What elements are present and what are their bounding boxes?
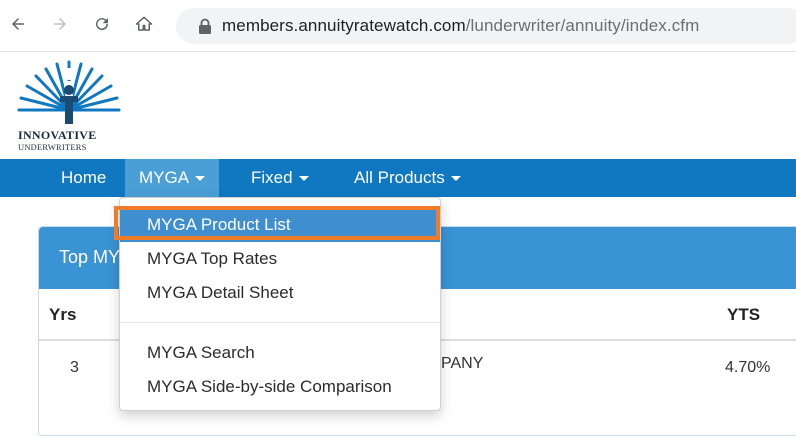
browser-toolbar: members.annuityratewatch.com/lunderwrite… bbox=[0, 0, 796, 52]
nav-myga[interactable]: MYGA bbox=[125, 159, 220, 197]
reload-icon[interactable] bbox=[90, 12, 114, 36]
row1-yrs: 3 bbox=[70, 359, 79, 376]
nav-fixed[interactable]: Fixed bbox=[237, 159, 323, 197]
back-arrow-icon[interactable] bbox=[6, 12, 30, 36]
url-text: members.annuityratewatch.com/lunderwrite… bbox=[222, 16, 700, 35]
nav-home[interactable]: Home bbox=[47, 159, 120, 197]
forward-arrow-icon[interactable] bbox=[48, 12, 72, 36]
home-icon[interactable] bbox=[132, 12, 156, 36]
row1-yts: 4.70% bbox=[725, 359, 771, 376]
panel-title: Top MY bbox=[59, 247, 121, 267]
nav-all-products[interactable]: All Products bbox=[340, 159, 475, 197]
row1-company[interactable]: PANY bbox=[441, 355, 483, 373]
menu-item-myga-detail-sheet[interactable]: MYGA Detail Sheet bbox=[120, 276, 440, 310]
logo-text-underwriters: UNDERWRITERS bbox=[18, 142, 87, 152]
column-header-yrs[interactable]: Yrs bbox=[49, 305, 76, 325]
caret-down-icon bbox=[450, 176, 461, 182]
menu-divider bbox=[120, 322, 440, 323]
lock-icon bbox=[199, 18, 211, 34]
menu-item-myga-side-by-side-comparison[interactable]: MYGA Side-by-side Comparison bbox=[120, 370, 440, 404]
menu-item-myga-top-rates[interactable]: MYGA Top Rates bbox=[120, 242, 440, 276]
main-navbar: Home MYGA Fixed All Products bbox=[0, 159, 796, 197]
caret-down-icon bbox=[298, 176, 309, 182]
logo-text-innovative: INNOVATIVE bbox=[18, 128, 97, 142]
caret-down-icon bbox=[195, 176, 206, 182]
menu-item-myga-search[interactable]: MYGA Search bbox=[120, 336, 440, 370]
menu-item-myga-product-list[interactable]: MYGA Product List bbox=[120, 208, 440, 242]
address-bar[interactable]: members.annuityratewatch.com/lunderwrite… bbox=[176, 8, 796, 44]
myga-dropdown-menu: MYGA Product List MYGA Top Rates MYGA De… bbox=[119, 197, 441, 411]
column-header-yts[interactable]: YTS bbox=[727, 305, 760, 325]
